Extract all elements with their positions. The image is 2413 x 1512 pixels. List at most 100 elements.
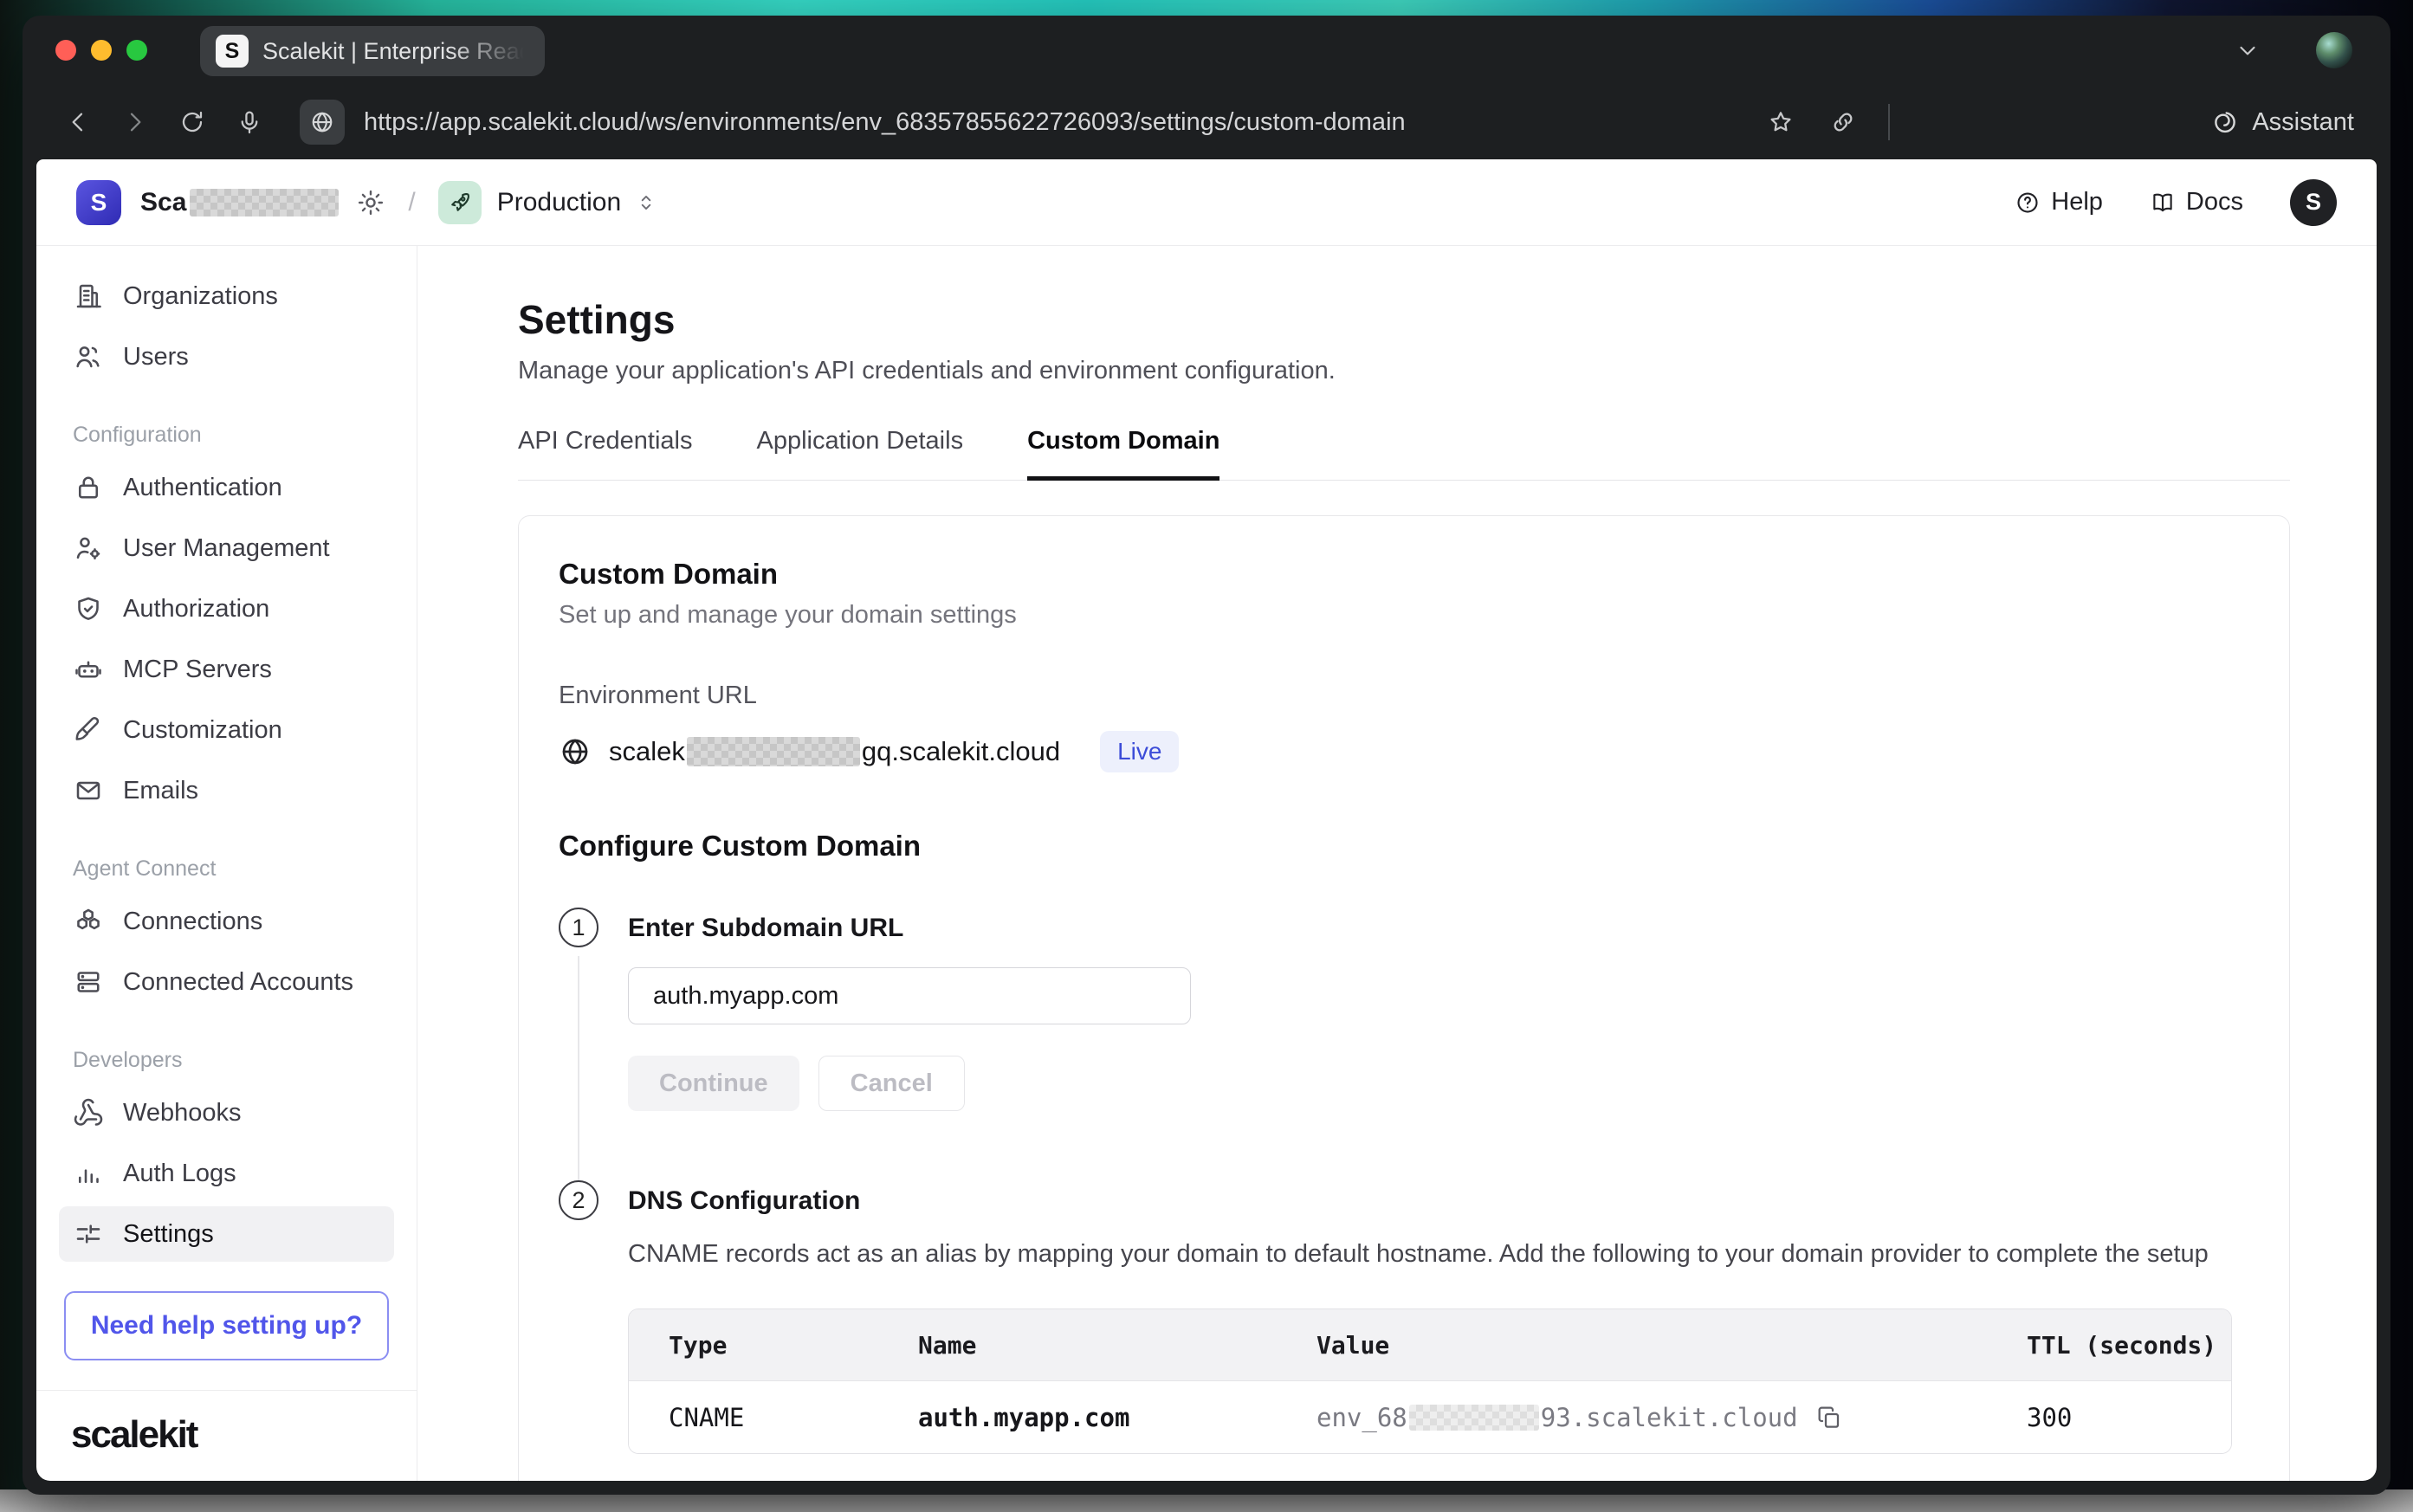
col-type: Type — [629, 1331, 878, 1360]
environment-switcher-chevrons-icon[interactable] — [635, 191, 657, 214]
sidebar-section-developers: Developers — [73, 1048, 394, 1073]
browser-profile-avatar[interactable] — [2316, 32, 2352, 68]
step-1-number: 1 — [559, 908, 598, 947]
copy-icon[interactable] — [1815, 1404, 1843, 1431]
sliders-icon — [73, 1218, 104, 1250]
app-content: S Sca / Production Help Docs S — [36, 159, 2377, 1481]
step-1: 1 Enter Subdomain URL Continue Cancel — [559, 908, 2249, 1180]
address-bar[interactable]: https://app.scalekit.cloud/ws/environmen… — [364, 108, 1737, 137]
card-title: Custom Domain — [559, 558, 2249, 591]
environment-url-redacted — [687, 737, 860, 766]
subdomain-input[interactable] — [628, 967, 1191, 1024]
sidebar-section-configuration: Configuration — [73, 423, 394, 448]
workspace-logo[interactable]: S — [76, 180, 121, 225]
browser-tab[interactable]: S Scalekit | Enterprise Ready A — [200, 26, 545, 76]
sidebar-item-customization[interactable]: Customization — [59, 702, 394, 758]
sidebar-item-authorization[interactable]: Authorization — [59, 581, 394, 636]
paintbrush-icon — [73, 714, 104, 746]
sidebar-item-emails[interactable]: Emails — [59, 763, 394, 818]
workspace-name-redacted — [190, 189, 339, 216]
sidebar-footer: scalekit — [36, 1390, 417, 1481]
tab-title: Scalekit | Enterprise Ready A — [262, 38, 529, 65]
microphone-icon[interactable] — [230, 103, 268, 141]
sidebar-item-authentication[interactable]: Authentication — [59, 460, 394, 515]
sidebar-item-connected-accounts[interactable]: Connected Accounts — [59, 954, 394, 1010]
col-ttl: TTL (seconds) — [1987, 1331, 2231, 1360]
sidebar-item-label: MCP Servers — [123, 656, 272, 684]
bookmark-star-icon[interactable] — [1762, 103, 1800, 141]
continue-button[interactable]: Continue — [628, 1056, 799, 1111]
sidebar-item-mcp-servers[interactable]: MCP Servers — [59, 642, 394, 697]
need-help-button[interactable]: Need help setting up? — [64, 1291, 389, 1360]
dns-table-header: Type Name Value TTL (seconds) — [629, 1309, 2231, 1380]
sidebar-item-auth-logs[interactable]: Auth Logs — [59, 1146, 394, 1201]
sidebar-item-connections[interactable]: Connections — [59, 894, 394, 949]
step-1-title: Enter Subdomain URL — [628, 908, 2249, 943]
sidebar-item-label: Connections — [123, 908, 262, 936]
help-button[interactable]: Help — [2015, 188, 2103, 216]
assistant-button[interactable]: Assistant — [2210, 107, 2354, 137]
back-icon[interactable] — [59, 103, 97, 141]
sidebar-item-user-management[interactable]: User Management — [59, 520, 394, 576]
step-2-description: CNAME records act as an alias by mapping… — [628, 1240, 2249, 1269]
browser-toolbar: https://app.scalekit.cloud/ws/environmen… — [23, 85, 2390, 159]
docs-label: Docs — [2186, 188, 2243, 216]
sidebar-item-settings[interactable]: Settings — [59, 1206, 394, 1262]
cancel-button[interactable]: Cancel — [818, 1056, 965, 1111]
user-gear-icon — [73, 533, 104, 564]
mail-icon — [73, 775, 104, 806]
sidebar-item-organizations[interactable]: Organizations — [59, 268, 394, 324]
environment-rocket-icon — [438, 181, 482, 224]
step-connector-line — [578, 956, 579, 1180]
breadcrumb-separator: / — [408, 188, 415, 217]
app-header: S Sca / Production Help Docs S — [36, 159, 2377, 246]
close-window-button[interactable] — [55, 40, 76, 61]
sidebar-item-label: Settings — [123, 1220, 214, 1249]
record-ttl: 300 — [1987, 1403, 2231, 1432]
fullscreen-window-button[interactable] — [126, 40, 147, 61]
step-2-number: 2 — [559, 1180, 598, 1220]
docs-button[interactable]: Docs — [2150, 188, 2243, 216]
minimize-window-button[interactable] — [91, 40, 112, 61]
tab-api-credentials[interactable]: API Credentials — [518, 427, 693, 481]
setup-steps: 1 Enter Subdomain URL Continue Cancel — [559, 908, 2249, 1481]
reload-icon[interactable] — [173, 103, 211, 141]
tab-application-details[interactable]: Application Details — [757, 427, 964, 481]
configure-custom-domain-title: Configure Custom Domain — [559, 830, 2249, 863]
copy-link-icon[interactable] — [1824, 103, 1862, 141]
browser-window: S Scalekit | Enterprise Ready A https://… — [23, 16, 2390, 1495]
forward-icon[interactable] — [116, 103, 154, 141]
environment-name[interactable]: Production — [497, 188, 621, 217]
user-avatar[interactable]: S — [2290, 179, 2337, 226]
col-value: Value — [1277, 1331, 1987, 1360]
tab-search-chevron-down-icon[interactable] — [2235, 37, 2261, 63]
sidebar-item-label: Connected Accounts — [123, 968, 353, 997]
workspace-name[interactable]: Sca — [140, 188, 186, 217]
help-label: Help — [2051, 188, 2103, 216]
webhook-icon — [73, 1097, 104, 1128]
window-controls — [55, 40, 147, 61]
col-name: Name — [878, 1331, 1277, 1360]
site-info-globe-icon[interactable] — [300, 100, 345, 145]
record-name: auth.myapp.com — [878, 1403, 1277, 1432]
live-badge: Live — [1100, 731, 1179, 772]
custom-domain-card: Custom Domain Set up and manage your dom… — [518, 515, 2290, 1481]
sidebar-item-webhooks[interactable]: Webhooks — [59, 1085, 394, 1140]
page-subtitle: Manage your application's API credential… — [518, 357, 2290, 385]
tab-custom-domain[interactable]: Custom Domain — [1027, 427, 1219, 481]
sidebar: Organizations Users Configuration Authen… — [36, 246, 417, 1481]
record-value: env_6893.scalekit.cloud — [1277, 1403, 1987, 1432]
help-circle-icon — [2015, 190, 2041, 216]
environment-url-row: scalekgq.scalekit.cloud Live — [559, 731, 2249, 772]
bar-chart-icon — [73, 1158, 104, 1189]
record-type: CNAME — [629, 1403, 878, 1432]
workspace-settings-gear-icon[interactable] — [356, 188, 385, 217]
globe-icon — [559, 735, 592, 768]
step-2: 2 DNS Configuration CNAME records act as… — [559, 1180, 2249, 1481]
lock-icon — [73, 472, 104, 503]
sidebar-item-users[interactable]: Users — [59, 329, 394, 384]
browser-tab-bar: S Scalekit | Enterprise Ready A — [23, 16, 2390, 85]
dns-records-table: Type Name Value TTL (seconds) CNAME auth… — [628, 1308, 2232, 1454]
toolbar-divider — [1888, 104, 1890, 140]
sidebar-item-label: Auth Logs — [123, 1160, 236, 1188]
